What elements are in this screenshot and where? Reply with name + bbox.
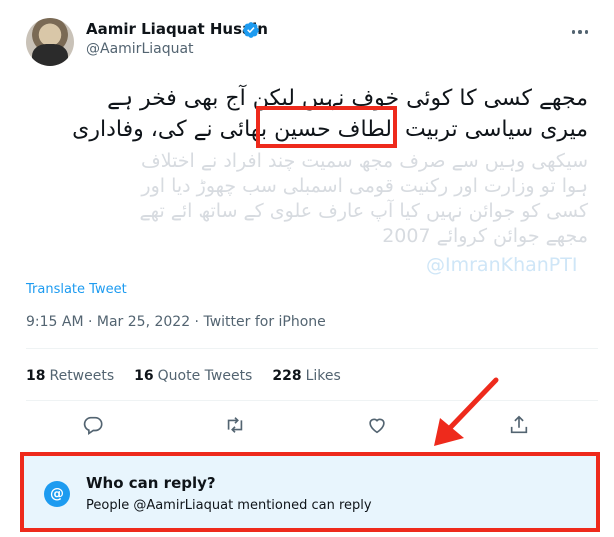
quote-tweets-stat[interactable]: 16 Quote Tweets <box>134 368 252 384</box>
likes-stat[interactable]: 228 Likes <box>272 368 340 384</box>
who-can-reply-panel <box>20 452 600 532</box>
faded-text-line-2: ہوا تو وزارت اور رکنیت قومی اسمبلی سب چھ… <box>141 175 588 197</box>
tweet-meta: 9:15 AM · Mar 25, 2022 · Twitter for iPh… <box>26 314 326 330</box>
who-can-reply-title: Who can reply? <box>86 474 216 492</box>
who-can-reply-subtitle: People @AamirLiaquat mentioned can reply <box>86 498 372 513</box>
author-name[interactable]: Aamir Liaquat Husain <box>86 20 268 38</box>
faded-text-line-3: کسی کو جوائن نہیں کیا آپ عارف علوی کے سا… <box>139 200 588 222</box>
tweet-source[interactable]: Twitter for iPhone <box>203 314 325 330</box>
faded-mention: @ImranKhanPTI <box>426 254 578 276</box>
reply-icon[interactable] <box>82 414 106 438</box>
author-avatar[interactable] <box>26 18 74 66</box>
faded-text-line-4: مجھے جوائن کروائے 2007 <box>382 225 588 247</box>
retweets-stat[interactable]: 18 Retweets <box>26 368 114 384</box>
name-highlight-box <box>256 106 397 148</box>
tweet-timestamp[interactable]: 9:15 AM · Mar 25, 2022 · <box>26 314 203 330</box>
verified-badge-icon <box>243 22 259 38</box>
author-handle[interactable]: @AamirLiaquat <box>86 41 194 57</box>
divider <box>26 348 598 349</box>
faded-text-line-1: سیکھی وہیں سے صرف مجھ سمیت چند افراد نے … <box>141 150 588 172</box>
tweet-card: Aamir Liaquat Husain @AamirLiaquat مجھے … <box>4 0 610 537</box>
tweet-stats: 18 Retweets 16 Quote Tweets 228 Likes <box>26 368 341 384</box>
like-icon[interactable] <box>366 414 390 438</box>
at-icon: @ <box>44 481 70 507</box>
retweet-icon[interactable] <box>224 414 248 438</box>
red-arrow <box>434 377 499 446</box>
more-icon[interactable] <box>570 22 590 42</box>
translate-tweet-link[interactable]: Translate Tweet <box>26 282 127 297</box>
